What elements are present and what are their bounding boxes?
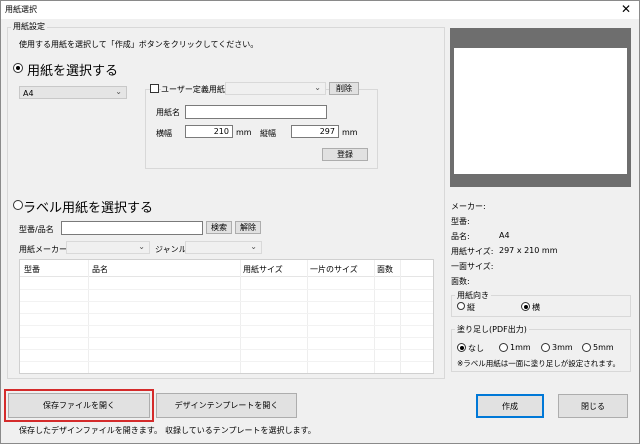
dialog-window: 用紙選択 ✕ 用紙設定 使用する用紙を選択して「作成」ボタンをクリックしてくださ… [0, 0, 640, 444]
info-model-label: 型番: [451, 217, 470, 226]
width-unit: mm [236, 128, 252, 137]
height-label: 縦幅 [260, 129, 276, 138]
bleed-1mm-radio[interactable] [499, 343, 508, 352]
label-table[interactable]: 型番 品名 用紙サイズ 一片のサイズ 面数 [19, 259, 434, 374]
user-defined-checkbox[interactable] [150, 84, 159, 93]
bleed-1mm-label: 1mm [510, 343, 531, 352]
open-saved-caption: 保存したデザインファイルを開きます。 [19, 426, 162, 435]
width-input[interactable]: 210 [185, 125, 233, 138]
maker-label: 用紙メーカー [19, 245, 67, 254]
create-button[interactable]: 作成 [476, 394, 544, 418]
row-divider [20, 337, 433, 338]
chevron-down-icon: ⌄ [138, 242, 145, 251]
maker-select[interactable]: ⌄ [66, 241, 150, 254]
paper-radio[interactable] [13, 63, 23, 73]
info-piece-label: 一面サイズ: [451, 262, 494, 271]
search-button[interactable]: 検索 [206, 221, 232, 234]
close-button[interactable]: 閉じる [558, 394, 628, 418]
paper-name-label: 用紙名 [156, 108, 180, 117]
table-header-paper-size: 用紙サイズ [243, 265, 283, 274]
bleed-3mm-radio[interactable] [541, 343, 550, 352]
column-divider [374, 260, 375, 373]
genre-select[interactable]: ⌄ [185, 241, 262, 254]
window-title: 用紙選択 [5, 5, 37, 14]
orientation-label: 用紙向き [455, 290, 491, 301]
row-divider [20, 325, 433, 326]
bleed-5mm-radio[interactable] [582, 343, 591, 352]
table-header: 型番 品名 用紙サイズ 一片のサイズ 面数 [20, 260, 433, 277]
row-divider [20, 313, 433, 314]
row-divider [20, 349, 433, 350]
row-divider [20, 361, 433, 362]
paper-option-label: 用紙を選択する [27, 64, 119, 79]
chevron-down-icon: ⌄ [314, 83, 321, 92]
bleed-none-label: なし [468, 344, 484, 353]
portrait-label: 縦 [467, 303, 475, 312]
genre-label: ジャンル [155, 245, 187, 254]
info-name-value: A4 [499, 231, 510, 240]
height-unit: mm [342, 128, 358, 137]
bleed-none-radio[interactable] [457, 343, 466, 352]
highlight-box [4, 389, 154, 422]
paper-size-select[interactable]: A4 ⌄ [19, 86, 127, 99]
open-template-button[interactable]: デザインテンプレートを開く [156, 393, 297, 418]
row-divider [20, 301, 433, 302]
column-divider [400, 260, 401, 373]
width-label: 横幅 [156, 129, 172, 138]
landscape-radio[interactable] [521, 302, 530, 311]
height-input[interactable]: 297 [291, 125, 339, 138]
table-header-name: 品名 [92, 265, 108, 274]
paper-preview [450, 28, 631, 187]
paper-name-input[interactable] [185, 105, 327, 119]
portrait-radio[interactable] [457, 302, 465, 310]
info-faces-label: 面数: [451, 277, 470, 286]
table-header-piece-size: 一片のサイズ [310, 265, 358, 274]
landscape-label: 横 [532, 303, 540, 312]
register-button[interactable]: 登録 [322, 148, 368, 161]
chevron-down-icon: ⌄ [115, 87, 122, 96]
info-name-label: 品名: [451, 232, 470, 241]
bleed-3mm-label: 3mm [552, 343, 573, 352]
info-size-label: 用紙サイズ: [451, 247, 494, 256]
label-option-label: ラベル用紙を選択する [23, 201, 154, 216]
model-search-input[interactable] [61, 221, 203, 235]
column-divider [307, 260, 308, 373]
table-header-faces: 面数 [377, 265, 393, 274]
title-bar: 用紙選択 ✕ [1, 1, 639, 19]
column-divider [88, 260, 89, 373]
user-defined-label: ユーザー定義用紙 [161, 84, 227, 95]
close-icon[interactable]: ✕ [621, 1, 631, 17]
row-divider [20, 289, 433, 290]
preview-paper [454, 48, 627, 174]
delete-button[interactable]: 削除 [329, 82, 359, 95]
info-maker-label: メーカー: [451, 202, 486, 211]
model-search-label: 型番/品名 [19, 225, 54, 234]
column-divider [240, 260, 241, 373]
open-template-caption: 収録しているテンプレートを選択します。 [165, 426, 316, 435]
instruction-text: 使用する用紙を選択して「作成」ボタンをクリックしてください。 [19, 40, 259, 49]
bleed-5mm-label: 5mm [593, 343, 614, 352]
label-radio[interactable] [13, 200, 23, 210]
bleed-label: 塗り足し(PDF出力) [455, 324, 529, 335]
table-header-model: 型番 [24, 265, 40, 274]
paper-size-value: A4 [23, 89, 34, 98]
info-size-value: 297 x 210 mm [499, 246, 558, 255]
chevron-down-icon: ⌄ [250, 242, 257, 251]
settings-group-label: 用紙設定 [11, 21, 47, 32]
clear-button[interactable]: 解除 [235, 221, 261, 234]
user-defined-select[interactable]: ⌄ [225, 82, 326, 95]
bleed-note: ※ラベル用紙は一面に塗り足しが設定されます。 [457, 359, 621, 368]
